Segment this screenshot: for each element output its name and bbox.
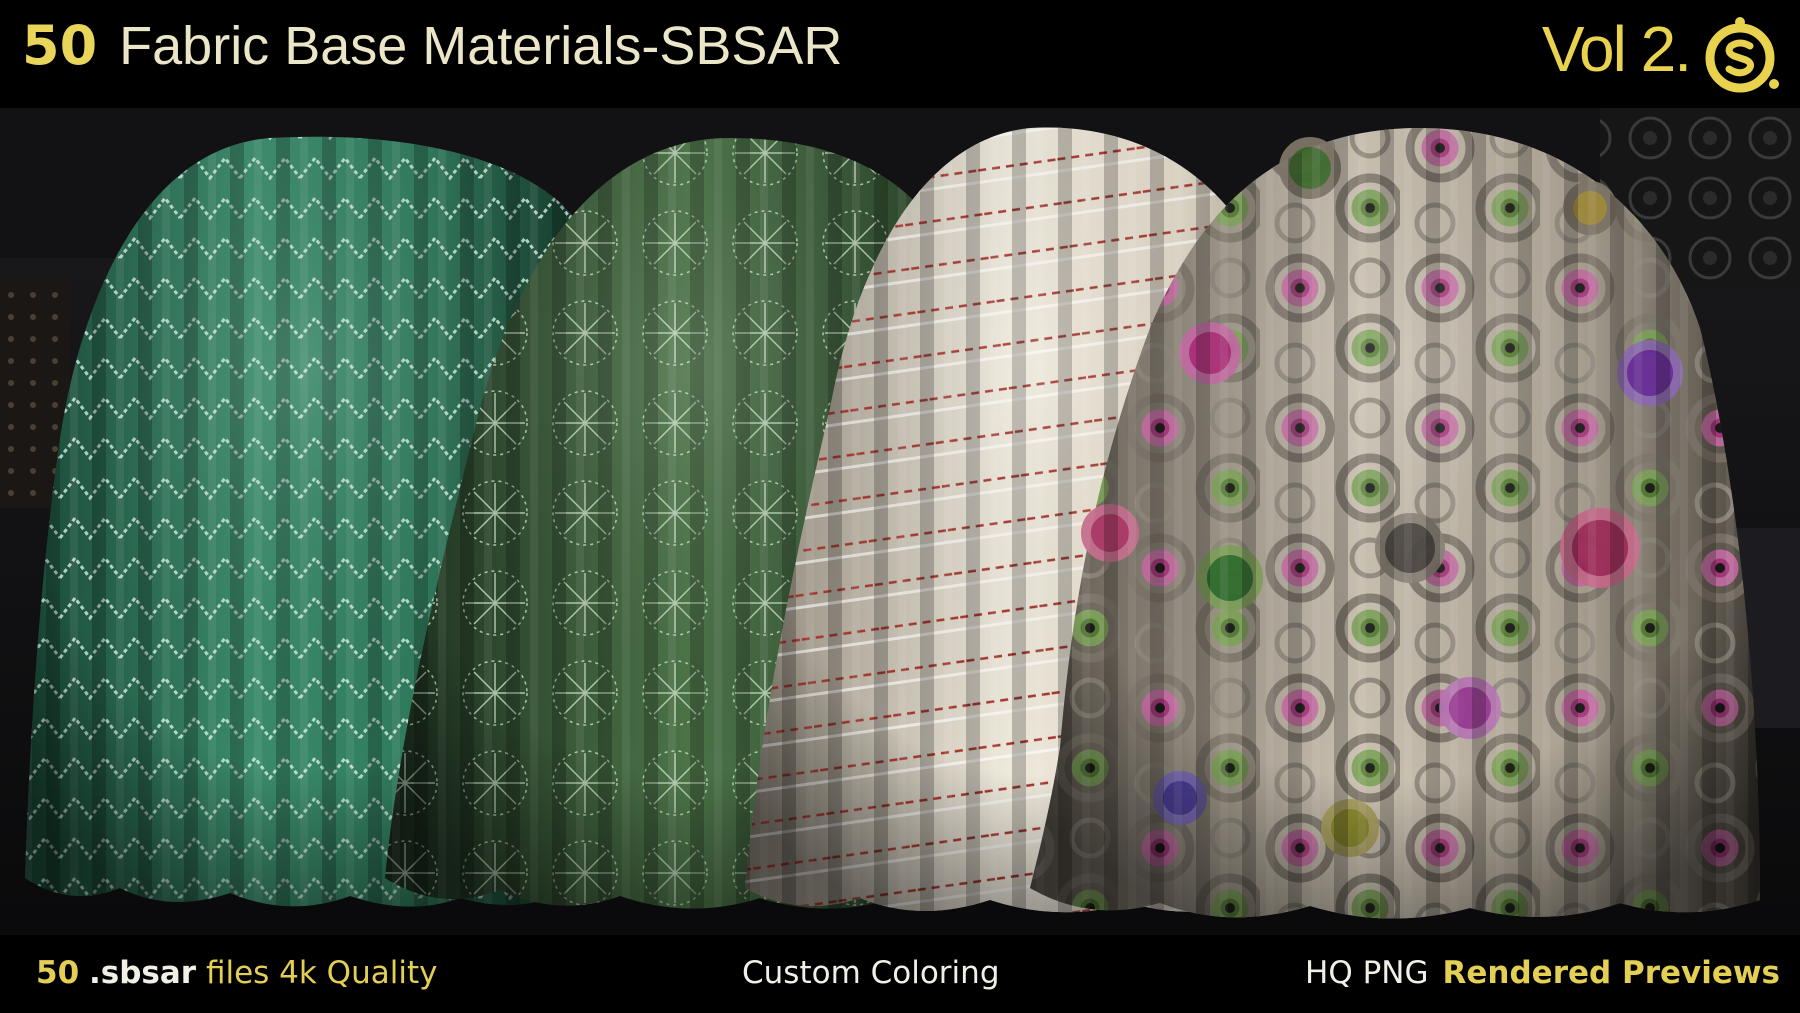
title-count: 50 xyxy=(22,14,98,77)
footer-file-info: 50 .sbsar files 4k Quality xyxy=(36,955,437,991)
header-bar: 50 Fabric Base Materials-SBSAR Vol 2. xyxy=(0,0,1800,108)
product-banner: 50 Fabric Base Materials-SBSAR Vol 2. 50… xyxy=(0,0,1800,1013)
title-text: Fabric Base Materials-SBSAR xyxy=(119,16,843,76)
footer-rendered-previews: Rendered Previews xyxy=(1442,955,1780,991)
footer-hq-png: HQ PNG xyxy=(1305,955,1429,991)
footer-quality: files 4k Quality xyxy=(205,955,438,991)
substance-logo-icon xyxy=(1705,17,1779,93)
footer-count: 50 xyxy=(36,955,80,991)
volume-label: Vol 2. xyxy=(1541,13,1692,85)
footer-extension: .sbsar xyxy=(89,955,197,991)
fabric-preview-scene xyxy=(0,108,1800,935)
footer-bar: 50 .sbsar files 4k Quality Custom Colori… xyxy=(0,935,1800,1013)
footer-custom-coloring: Custom Coloring xyxy=(742,955,1000,991)
banner-title: 50 Fabric Base Materials-SBSAR xyxy=(22,14,842,77)
footer-previews: HQ PNG Rendered Previews xyxy=(1305,955,1780,991)
